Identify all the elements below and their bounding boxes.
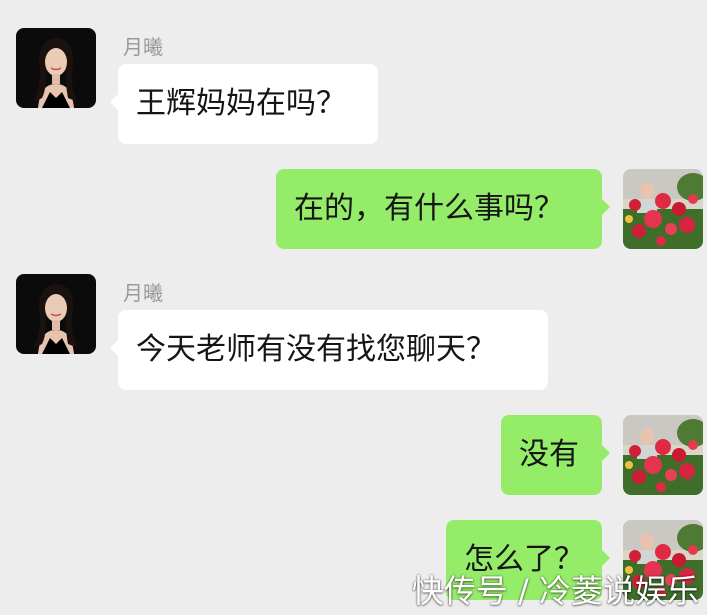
message-bubble-outgoing[interactable]: 在的，有什么事吗？ [276, 169, 610, 249]
avatar[interactable] [623, 415, 703, 495]
rose-flowers-icon [623, 169, 703, 249]
message-bubble-incoming[interactable]: 王辉妈妈在吗？ [110, 64, 378, 144]
sender-name: 月曦 [123, 281, 163, 305]
avatar[interactable] [623, 169, 703, 249]
sender-name: 月曦 [123, 35, 163, 59]
message-bubble-outgoing[interactable]: 没有 [501, 415, 610, 495]
rose-flowers-icon [623, 415, 703, 495]
woman-portrait-icon [16, 28, 96, 108]
avatar[interactable] [16, 274, 96, 354]
chat-area[interactable]: 月曦 王辉妈妈在吗？ 在的，有什么事吗？ 月曦 今天老师有没有找您聊天？ 没有 … [0, 0, 707, 615]
woman-portrait-icon [16, 274, 96, 354]
message-bubble-incoming[interactable]: 今天老师有没有找您聊天？ [110, 310, 548, 390]
avatar[interactable] [16, 28, 96, 108]
watermark: 快传号 / 冷菱说娱乐 [411, 572, 699, 610]
